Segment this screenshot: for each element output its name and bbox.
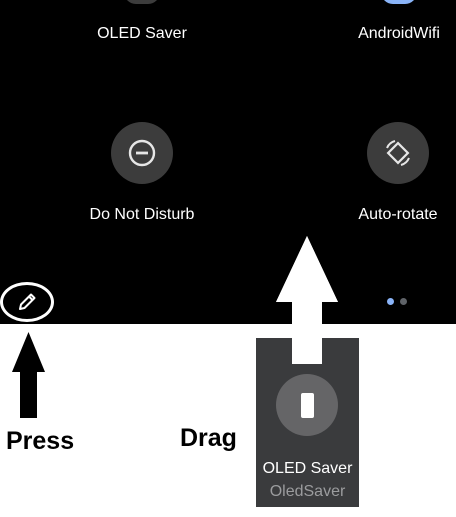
- phone-icon: [276, 374, 338, 436]
- press-annotation-label: Press: [6, 427, 75, 455]
- tile-label: AndroidWifi: [358, 25, 440, 42]
- wifi-icon: [381, 0, 417, 4]
- tile-label: Auto-rotate: [358, 206, 438, 223]
- drag-up-arrow-overlay-icon: [276, 236, 338, 364]
- tile-auto-rotate[interactable]: Auto-rotate: [313, 122, 456, 224]
- page-dot-active: [387, 298, 394, 305]
- press-up-arrow-icon: [12, 332, 45, 418]
- tile-label: OLED Saver: [97, 25, 187, 42]
- page-indicator: [387, 298, 407, 305]
- drag-annotation-label: Drag: [180, 424, 237, 452]
- tile-label: Do Not Disturb: [89, 206, 195, 223]
- tile-do-not-disturb[interactable]: Do Not Disturb: [57, 122, 227, 224]
- drag-tile-title: OLED Saver: [262, 460, 353, 477]
- edit-button[interactable]: [0, 282, 54, 322]
- pencil-icon: [19, 293, 36, 310]
- drag-tile-subtitle: OledSaver: [269, 483, 346, 500]
- do-not-disturb-icon: [111, 122, 173, 184]
- phone-icon: [124, 0, 160, 4]
- page-dot: [400, 298, 407, 305]
- auto-rotate-icon: [367, 122, 429, 184]
- quick-settings-panel: OLED Saver AndroidWifi Do Not Disturb Au…: [0, 0, 456, 324]
